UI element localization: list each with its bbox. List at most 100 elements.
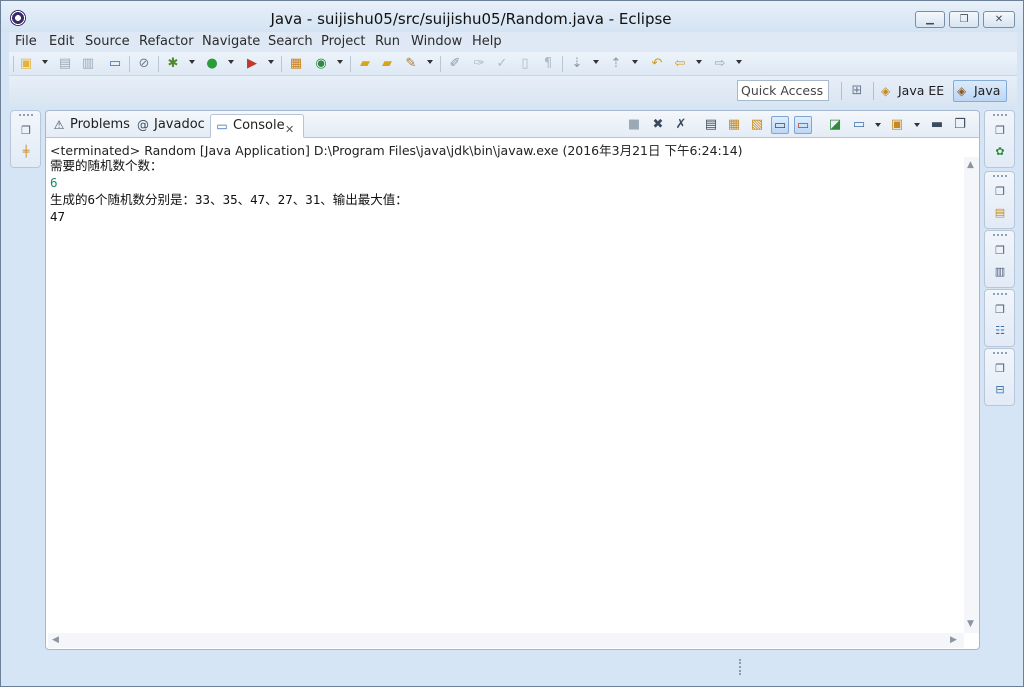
toggle-mark-occurrences-icon[interactable]: ✐ [447, 56, 463, 72]
toggle-block-selection-icon[interactable]: ✓ [494, 56, 510, 72]
status-grip-icon[interactable] [739, 659, 742, 675]
close-button[interactable]: ✕ [983, 11, 1015, 28]
menu-project[interactable]: Project [321, 34, 365, 49]
skip-breakpoints-icon[interactable]: ⊘ [136, 56, 152, 72]
forward-icon[interactable]: ⇨ [712, 56, 728, 72]
menu-source[interactable]: Source [85, 34, 130, 49]
toggle-word-wrap-icon[interactable]: ✑ [471, 56, 487, 72]
save-icon[interactable]: ▤ [57, 56, 73, 72]
tab-console-label: Console [233, 118, 285, 133]
open-perspective-icon[interactable]: ⊞ [849, 83, 865, 99]
restore-icon[interactable]: ❐ [992, 243, 1008, 259]
maximize-view-icon[interactable]: ❐ [951, 116, 969, 134]
restore-icon[interactable]: ❐ [992, 184, 1008, 200]
restore-icon[interactable]: ❐ [992, 302, 1008, 318]
show-whitespace-icon[interactable]: ▯ [517, 56, 533, 72]
run-dropdown-icon[interactable] [228, 60, 234, 64]
maximize-button[interactable]: ❐ [949, 11, 979, 28]
open-console-icon[interactable]: ▣ [888, 116, 906, 134]
menu-window[interactable]: Window [411, 34, 462, 49]
trim-drag-handle[interactable] [993, 234, 1007, 236]
debug-dropdown-icon[interactable] [189, 60, 195, 64]
vertical-scrollbar[interactable]: ▲ ▼ [964, 157, 979, 633]
show-console-on-stderr-icon[interactable]: ▭ [794, 116, 812, 134]
palette-icon[interactable]: ✿ [992, 144, 1008, 160]
open-type-icon[interactable]: ▰ [357, 56, 373, 72]
external-tools-icon[interactable]: ▶ [244, 56, 260, 72]
save-all-icon[interactable]: ▥ [80, 56, 96, 72]
previous-annotation-icon[interactable]: ⇡ [608, 56, 624, 72]
tab-console[interactable]: ▭ Console ✕ [210, 114, 304, 138]
restore-icon[interactable]: ❐ [992, 361, 1008, 377]
menu-navigate[interactable]: Navigate [202, 34, 260, 49]
new-class-dropdown-icon[interactable] [337, 60, 343, 64]
menu-refactor[interactable]: Refactor [139, 34, 194, 49]
menu-run[interactable]: Run [375, 34, 400, 49]
next-annotation-icon[interactable]: ⇣ [569, 56, 585, 72]
scroll-lock-icon[interactable]: ▦ [725, 116, 743, 134]
show-paragraph-icon[interactable]: ¶ [540, 56, 556, 72]
new-dropdown-icon[interactable] [42, 60, 48, 64]
scroll-up-icon[interactable]: ▲ [967, 160, 974, 170]
word-wrap-icon[interactable]: ▧ [748, 116, 766, 134]
window-title: Java - suijishu05/src/suijishu05/Random.… [270, 10, 672, 28]
scroll-down-icon[interactable]: ▼ [967, 619, 974, 629]
debug-icon[interactable]: ✱ [165, 56, 181, 72]
trim-drag-handle[interactable] [993, 114, 1007, 116]
forward-dropdown-icon[interactable] [736, 60, 742, 64]
pin-console-icon[interactable]: ◪ [826, 116, 844, 134]
display-console-dropdown-icon[interactable] [875, 123, 881, 127]
new-java-project-icon[interactable]: ▦ [288, 56, 304, 72]
clear-console-icon[interactable]: ▤ [702, 116, 720, 134]
trim-drag-handle[interactable] [993, 293, 1007, 295]
outline-icon[interactable]: ☷ [992, 323, 1008, 339]
java-ee-perspective-button[interactable]: ◈ Java EE [877, 80, 951, 102]
menu-file[interactable]: File [15, 34, 37, 49]
back-dropdown-icon[interactable] [696, 60, 702, 64]
external-tools-dropdown-icon[interactable] [268, 60, 274, 64]
tab-javadoc[interactable]: @ Javadoc [132, 114, 208, 138]
restore-icon[interactable]: ❐ [18, 123, 34, 139]
outline-doc-icon[interactable]: ▥ [992, 264, 1008, 280]
remove-all-terminated-icon[interactable]: ✗ [672, 116, 690, 134]
main-toolbar: ▣ ▤ ▥ ▭ ⊘ ✱ ● ▶ ▦ ◉ ▰ ▰ ✎ ✐ ✑ ✓ ▯ ¶ ⇣ ⇡ … [9, 52, 1017, 76]
minimize-view-icon[interactable]: ▬ [928, 116, 946, 134]
search-tool-icon[interactable]: ✎ [403, 56, 419, 72]
open-console-dropdown-icon[interactable] [914, 123, 920, 127]
hierarchy-icon[interactable]: ╪ [18, 144, 34, 160]
previous-annotation-dropdown-icon[interactable] [632, 60, 638, 64]
console-output[interactable]: 需要的随机数个数： 6 生成的6个随机数分别是：33、35、47、27、31、输… [50, 157, 960, 627]
show-console-on-stdout-icon[interactable]: ▭ [771, 116, 789, 134]
remove-launch-icon[interactable]: ✖ [649, 116, 667, 134]
menu-search[interactable]: Search [268, 34, 313, 49]
open-console-icon[interactable]: ▭ [107, 56, 123, 72]
view-tab-bar: ⚠ Problems @ Javadoc ▭ Console ✕ ■ ✖ ✗ ▤… [46, 111, 979, 138]
quick-access-input[interactable]: Quick Access [737, 80, 829, 101]
scroll-left-icon[interactable]: ◀ [52, 635, 59, 645]
search-dropdown-icon[interactable] [427, 60, 433, 64]
menu-edit[interactable]: Edit [49, 34, 74, 49]
new-icon[interactable]: ▣ [18, 56, 34, 72]
run-icon[interactable]: ● [204, 56, 220, 72]
trim-drag-handle[interactable] [993, 352, 1007, 354]
terminate-icon[interactable]: ■ [625, 116, 643, 134]
open-task-icon[interactable]: ▰ [379, 56, 395, 72]
scroll-right-icon[interactable]: ▶ [950, 635, 957, 645]
new-class-icon[interactable]: ◉ [313, 56, 329, 72]
trim-drag-handle[interactable] [19, 114, 33, 116]
back-icon[interactable]: ⇦ [672, 56, 688, 72]
view-layout-icon[interactable]: ⊟ [992, 382, 1008, 398]
last-edit-location-icon[interactable]: ↶ [649, 56, 665, 72]
tasks-icon[interactable]: ▤ [992, 205, 1008, 221]
trim-drag-handle[interactable] [993, 175, 1007, 177]
restore-icon[interactable]: ❐ [992, 123, 1008, 139]
display-selected-console-icon[interactable]: ▭ [850, 116, 868, 134]
tab-problems[interactable]: ⚠ Problems [48, 114, 132, 138]
title-bar[interactable]: Java - suijishu05/src/suijishu05/Random.… [1, 1, 1023, 32]
horizontal-scrollbar[interactable]: ◀ ▶ [48, 633, 964, 648]
minimize-button[interactable]: ▁ [915, 11, 945, 28]
menu-help[interactable]: Help [472, 34, 502, 49]
java-perspective-button[interactable]: ◈ Java [953, 80, 1008, 102]
close-tab-icon[interactable]: ✕ [285, 119, 294, 141]
next-annotation-dropdown-icon[interactable] [593, 60, 599, 64]
